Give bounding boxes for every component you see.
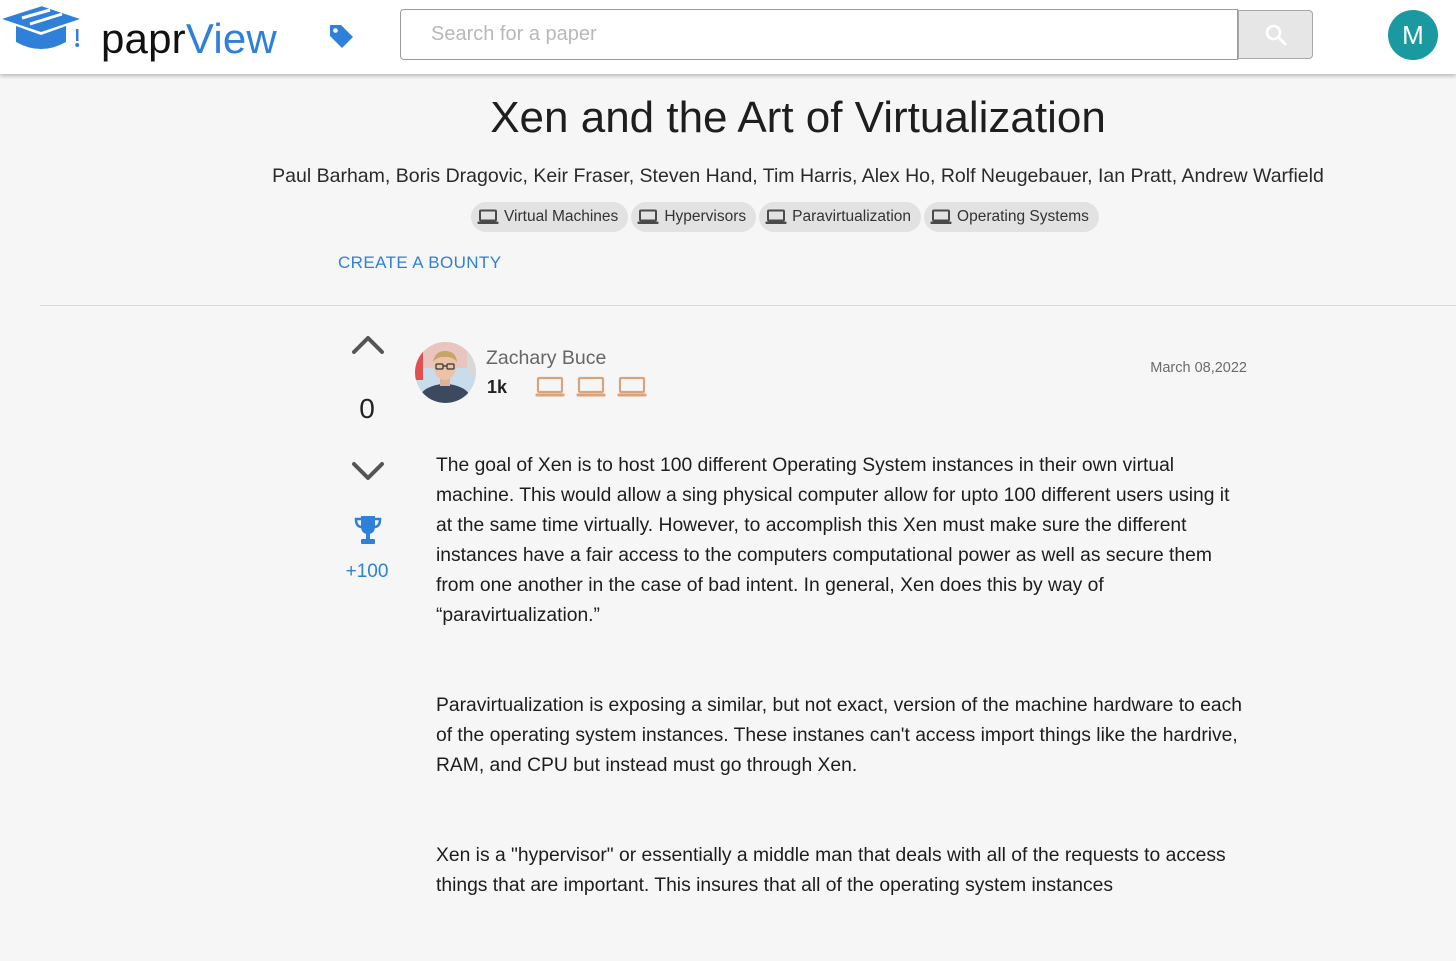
author-reputation: 1k <box>487 377 508 397</box>
laptop-icon <box>535 376 565 397</box>
laptop-icon <box>765 209 787 224</box>
laptop-icon <box>477 209 499 224</box>
post-paragraph: The goal of Xen is to host 100 different… <box>436 455 1230 626</box>
tag-chip-virtual-machines[interactable]: Virtual Machines <box>471 202 629 232</box>
graduation-cap-logo-icon[interactable] <box>0 2 84 58</box>
bounty-amount: +100 <box>345 561 389 582</box>
laptop-icon <box>637 209 659 224</box>
author-name[interactable]: Zachary Buce <box>486 346 606 370</box>
tag-chip-paravirtualization[interactable]: Paravirtualization <box>759 202 922 232</box>
search-input[interactable] <box>400 9 1238 60</box>
tag-chip-label: Hypervisors <box>664 208 747 225</box>
post-date: March 08,2022 <box>1150 360 1247 376</box>
tag-chip-label: Operating Systems <box>957 208 1089 225</box>
post-paragraph: Xen is a "hypervisor" or essentially a m… <box>436 845 1226 896</box>
laptop-icon <box>576 376 606 397</box>
laptop-icon <box>930 209 952 224</box>
tag-chip-hypervisors[interactable]: Hypervisors <box>631 202 757 232</box>
paper-authors: Paul Barham, Boris Dragovic, Keir Fraser… <box>272 165 1324 187</box>
author-badges <box>535 376 647 398</box>
user-avatar-button[interactable]: M <box>1388 10 1438 60</box>
brand-text-view: View <box>185 15 277 62</box>
author-photo <box>415 342 476 403</box>
post-body: The goal of Xen is to host 100 different… <box>436 451 1242 961</box>
laptop-icon <box>617 376 647 397</box>
tag-icon[interactable] <box>327 22 355 50</box>
create-bounty-button[interactable]: CREATE A BOUNTY <box>338 253 501 273</box>
brand-logo[interactable]: paprView <box>101 14 277 64</box>
vote-count: 0 <box>359 393 375 424</box>
tag-chips: Virtual Machines Hypervisors Paravirtual… <box>471 202 1099 232</box>
search-icon <box>1265 24 1287 46</box>
search-button[interactable] <box>1238 10 1313 59</box>
top-navbar: paprView M <box>0 0 1456 74</box>
section-divider <box>40 305 1456 306</box>
paper-title: Xen and the Art of Virtualization <box>490 93 1106 142</box>
tag-chip-label: Paravirtualization <box>792 208 912 225</box>
tag-chip-operating-systems[interactable]: Operating Systems <box>924 202 1099 232</box>
author-avatar[interactable] <box>415 342 476 403</box>
brand-text-papr: papr <box>101 15 186 62</box>
trophy-icon <box>354 516 382 544</box>
post-paragraph: Paravirtualization is exposing a similar… <box>436 695 1242 776</box>
downvote-chevron-down-icon[interactable] <box>349 456 387 486</box>
tag-chip-label: Virtual Machines <box>504 208 619 225</box>
upvote-chevron-up-icon[interactable] <box>349 330 387 360</box>
